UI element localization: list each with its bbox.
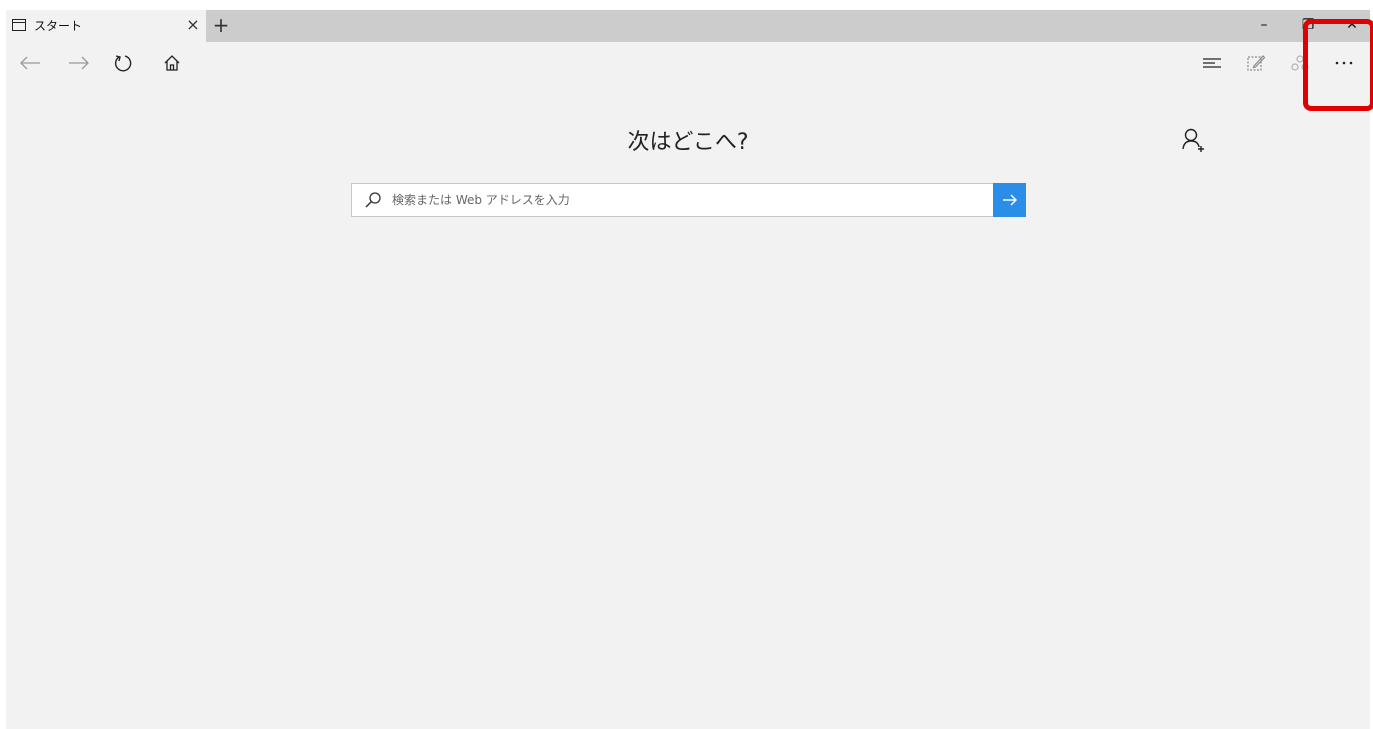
refresh-icon xyxy=(114,55,132,72)
web-note-button[interactable] xyxy=(1238,46,1274,80)
start-page: 次はどこへ? xyxy=(6,84,1370,729)
add-user-icon xyxy=(1182,128,1204,152)
title-bar: スタート × + – ❐ ✕ xyxy=(6,10,1370,42)
search-icon xyxy=(365,192,381,208)
search-go-button[interactable] xyxy=(993,183,1026,217)
page-title: 次はどこへ? xyxy=(627,130,749,155)
forward-arrow-icon xyxy=(69,56,89,70)
tab-title: スタート xyxy=(34,19,83,33)
hub-button[interactable] xyxy=(1194,46,1230,80)
web-note-icon xyxy=(1247,55,1266,71)
tab-page-icon xyxy=(12,19,26,31)
minimize-button[interactable]: – xyxy=(1242,10,1286,40)
refresh-button[interactable] xyxy=(105,46,141,80)
back-button[interactable] xyxy=(12,46,48,80)
home-button[interactable] xyxy=(154,46,190,80)
browser-window: スタート × + – ❐ ✕ 次はどこへ? 検索または Web アドレスを入力 xyxy=(6,10,1370,729)
search-box xyxy=(351,183,995,217)
tab-start[interactable]: スタート × xyxy=(6,10,206,42)
back-arrow-icon xyxy=(20,56,40,70)
forward-button[interactable] xyxy=(61,46,97,80)
go-arrow-icon xyxy=(1002,194,1017,206)
new-tab-button[interactable]: + xyxy=(208,13,234,37)
home-icon xyxy=(164,55,180,71)
navigation-bar xyxy=(6,42,1370,84)
search-input[interactable] xyxy=(392,184,982,216)
add-user-button[interactable] xyxy=(1178,124,1210,156)
hub-icon xyxy=(1203,58,1221,68)
highlight-annotation xyxy=(1303,19,1373,111)
tab-close-button[interactable]: × xyxy=(182,14,204,36)
